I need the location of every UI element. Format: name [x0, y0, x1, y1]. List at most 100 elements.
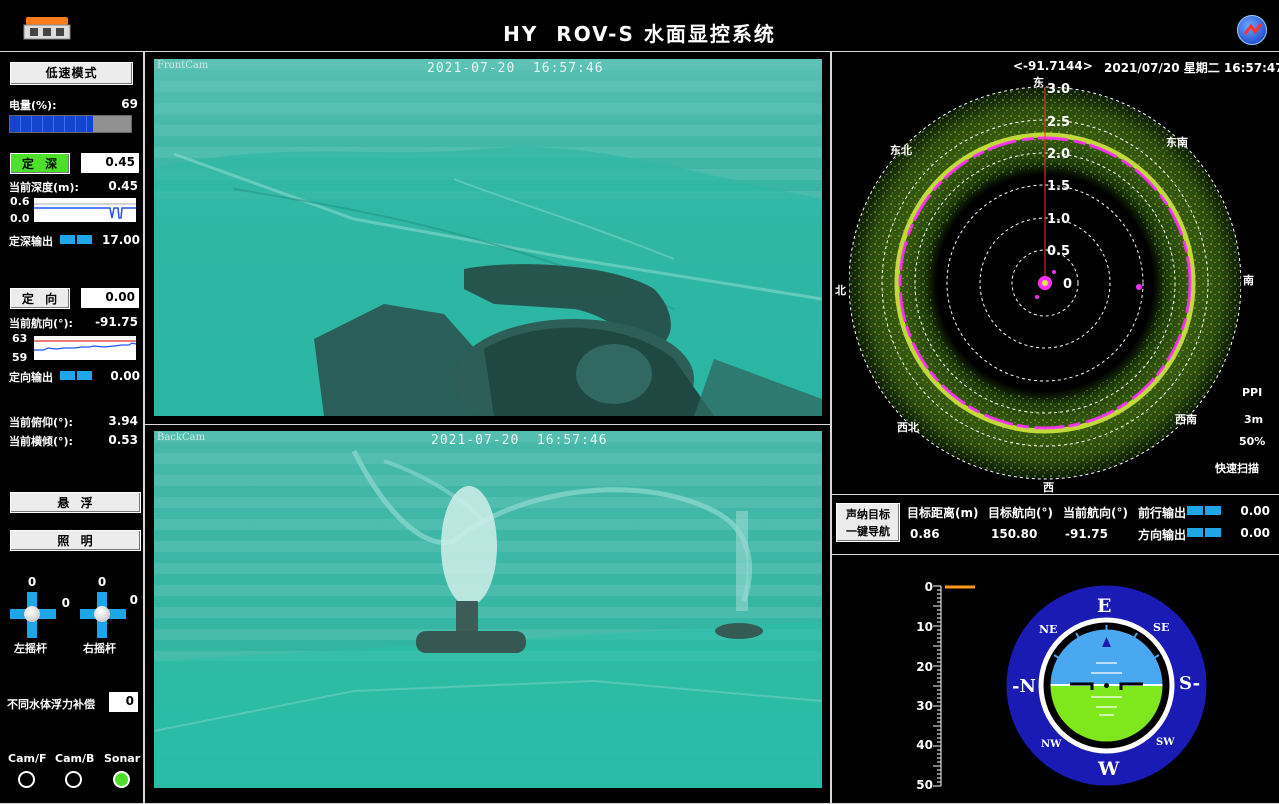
depth-tick-50: 50 [916, 778, 933, 792]
attitude-label-n: -N [1012, 676, 1036, 697]
low-speed-mode-button[interactable]: 低速模式 [10, 62, 133, 85]
attitude-indicator: E NE SE -N S- NW SW W [1006, 585, 1207, 786]
source-cam-f-radio[interactable] [18, 771, 35, 788]
sonar-range-label-2-0: 2.0 [1047, 147, 1071, 162]
left-stick-top-value: 0 [27, 575, 37, 589]
depth-tick-30: 30 [916, 699, 933, 713]
depth-setpoint-input[interactable]: 0.45 [81, 153, 139, 173]
depth-output-label: 定深输出 [9, 235, 53, 248]
right-joystick[interactable] [80, 592, 126, 638]
front-camera-feed[interactable]: FrontCam 2021-07-20 16:57:46 [154, 59, 822, 416]
sonar-range-label-0-5: 0.5 [1047, 244, 1071, 259]
sonar-nav-button-line1: 声纳目标 [846, 508, 890, 521]
current-heading-label: 当前航向(°): [9, 317, 73, 330]
sonar-current-heading-label: 当前航向(°) [1063, 506, 1128, 520]
sonar-heading-readout: <-91.7144> [1013, 59, 1093, 73]
depth-chart-max: 0.6 [10, 195, 30, 208]
sonar-nav-button[interactable]: 声纳目标 一键导航 [836, 503, 900, 542]
heading-setpoint-input[interactable]: 0.00 [81, 288, 139, 308]
direction-output-label: 方向输出 [1138, 528, 1187, 542]
compass-northwest: 西北 [897, 421, 919, 434]
depth-trend-chart [34, 198, 136, 222]
sonar-range-label-1-5: 1.5 [1047, 179, 1071, 194]
sonar-gain: 50% [1239, 435, 1266, 448]
back-camera-timestamp: 2021-07-20 16:57:46 [431, 433, 608, 448]
left-stick-label: 左摇杆 [14, 642, 47, 655]
depth-hold-button[interactable]: 定 深 [10, 153, 70, 174]
light-button[interactable]: 照 明 [10, 530, 141, 551]
left-stick-right-value: 0 [61, 596, 70, 610]
compass-east: 东 [1033, 76, 1044, 89]
sonar-range-label-2-5: 2.5 [1047, 115, 1071, 130]
depth-tick-0: 0 [924, 580, 933, 594]
back-camera-scene [154, 431, 822, 788]
front-camera-scene [154, 59, 822, 416]
sonar-mode: PPI [1242, 386, 1263, 399]
sonar-range: 3m [1244, 413, 1264, 426]
brand-logo-icon [1237, 15, 1267, 45]
front-camera-name: FrontCam [157, 60, 209, 71]
camera-divider [144, 424, 831, 425]
compass-north: 北 [835, 284, 846, 297]
current-depth-label: 当前深度(m): [9, 181, 79, 194]
buoyancy-input[interactable]: 0 [109, 692, 138, 712]
heading-output-value: 0.00 [110, 369, 140, 383]
sonar-scan-mode: 快速扫描 [1215, 462, 1259, 475]
roll-label: 当前横倾(°): [9, 435, 73, 448]
heading-chart-min: 59 [12, 351, 28, 364]
target-distance-value: 0.86 [910, 527, 940, 541]
depth-scale-ticks [933, 585, 975, 787]
target-heading-value: 150.80 [991, 527, 1038, 541]
sonar-nav-button-line2: 一键导航 [846, 525, 890, 538]
source-cam-b-radio[interactable] [65, 771, 82, 788]
depth-output-value: 17.00 [102, 233, 140, 247]
back-camera-feed[interactable]: BackCam 2021-07-20 16:57:46 [154, 431, 822, 788]
attitude-label-nw: NW [1041, 739, 1062, 750]
depth-tick-10: 10 [916, 620, 933, 634]
compass-west: 西 [1043, 481, 1054, 494]
direction-output-bar [1187, 528, 1222, 537]
depth-scale: 0 10 20 30 40 50 [905, 580, 985, 792]
heading-trend-chart [34, 336, 137, 360]
forward-output-label: 前行输出 [1138, 506, 1187, 520]
sonar-range-label-3-0: 3.0 [1047, 82, 1071, 97]
current-heading-value: -91.75 [95, 315, 138, 329]
battery-fill [10, 116, 94, 132]
buoyancy-label: 不同水体浮力补偿 [7, 698, 95, 711]
source-sonar-radio[interactable] [113, 771, 130, 788]
source-sonar-label: Sonar [104, 752, 141, 765]
left-joystick[interactable] [10, 592, 56, 638]
back-camera-name: BackCam [157, 432, 206, 443]
attitude-label-sw: SW [1156, 737, 1175, 748]
heading-hold-button[interactable]: 定 向 [10, 288, 70, 309]
pitch-label: 当前俯仰(°): [9, 416, 73, 429]
forward-output-value: 0.00 [1240, 504, 1270, 518]
heading-output-label: 定向输出 [9, 371, 53, 384]
compass-southeast: 东南 [1166, 136, 1188, 149]
target-heading-label: 目标航向(°) [988, 506, 1053, 520]
hover-button[interactable]: 悬 浮 [10, 492, 141, 513]
compass-northeast: 东北 [890, 144, 912, 157]
heading-chart-max: 63 [12, 332, 28, 345]
depth-output-bar [60, 235, 94, 244]
right-stick-right-value: 0 [129, 593, 138, 607]
attitude-label-ne: NE [1039, 623, 1058, 636]
front-camera-timestamp: 2021-07-20 16:57:46 [427, 61, 604, 76]
battery-bar [9, 115, 132, 133]
left-joystick-knob[interactable] [24, 606, 40, 622]
depth-chart-min: 0.0 [10, 212, 30, 225]
right-stick-label: 右摇杆 [83, 642, 116, 655]
depth-tick-20: 20 [916, 660, 933, 674]
sonar-datetime: 2021/07/20 星期二 16:57:47 [1104, 61, 1279, 75]
compass-southwest: 西南 [1175, 413, 1197, 426]
current-depth-value: 0.45 [108, 179, 138, 193]
depth-tick-40: 40 [916, 738, 933, 752]
compass-south: 南 [1243, 274, 1254, 287]
target-distance-label: 目标距离(m) [907, 506, 979, 520]
battery-value: 69 [121, 97, 138, 111]
right-stick-top-value: 0 [97, 575, 107, 589]
right-joystick-knob[interactable] [94, 606, 110, 622]
sonar-current-heading-value: -91.75 [1065, 527, 1108, 541]
source-cam-f-label: Cam/F [8, 752, 47, 765]
forward-output-bar [1187, 506, 1222, 515]
